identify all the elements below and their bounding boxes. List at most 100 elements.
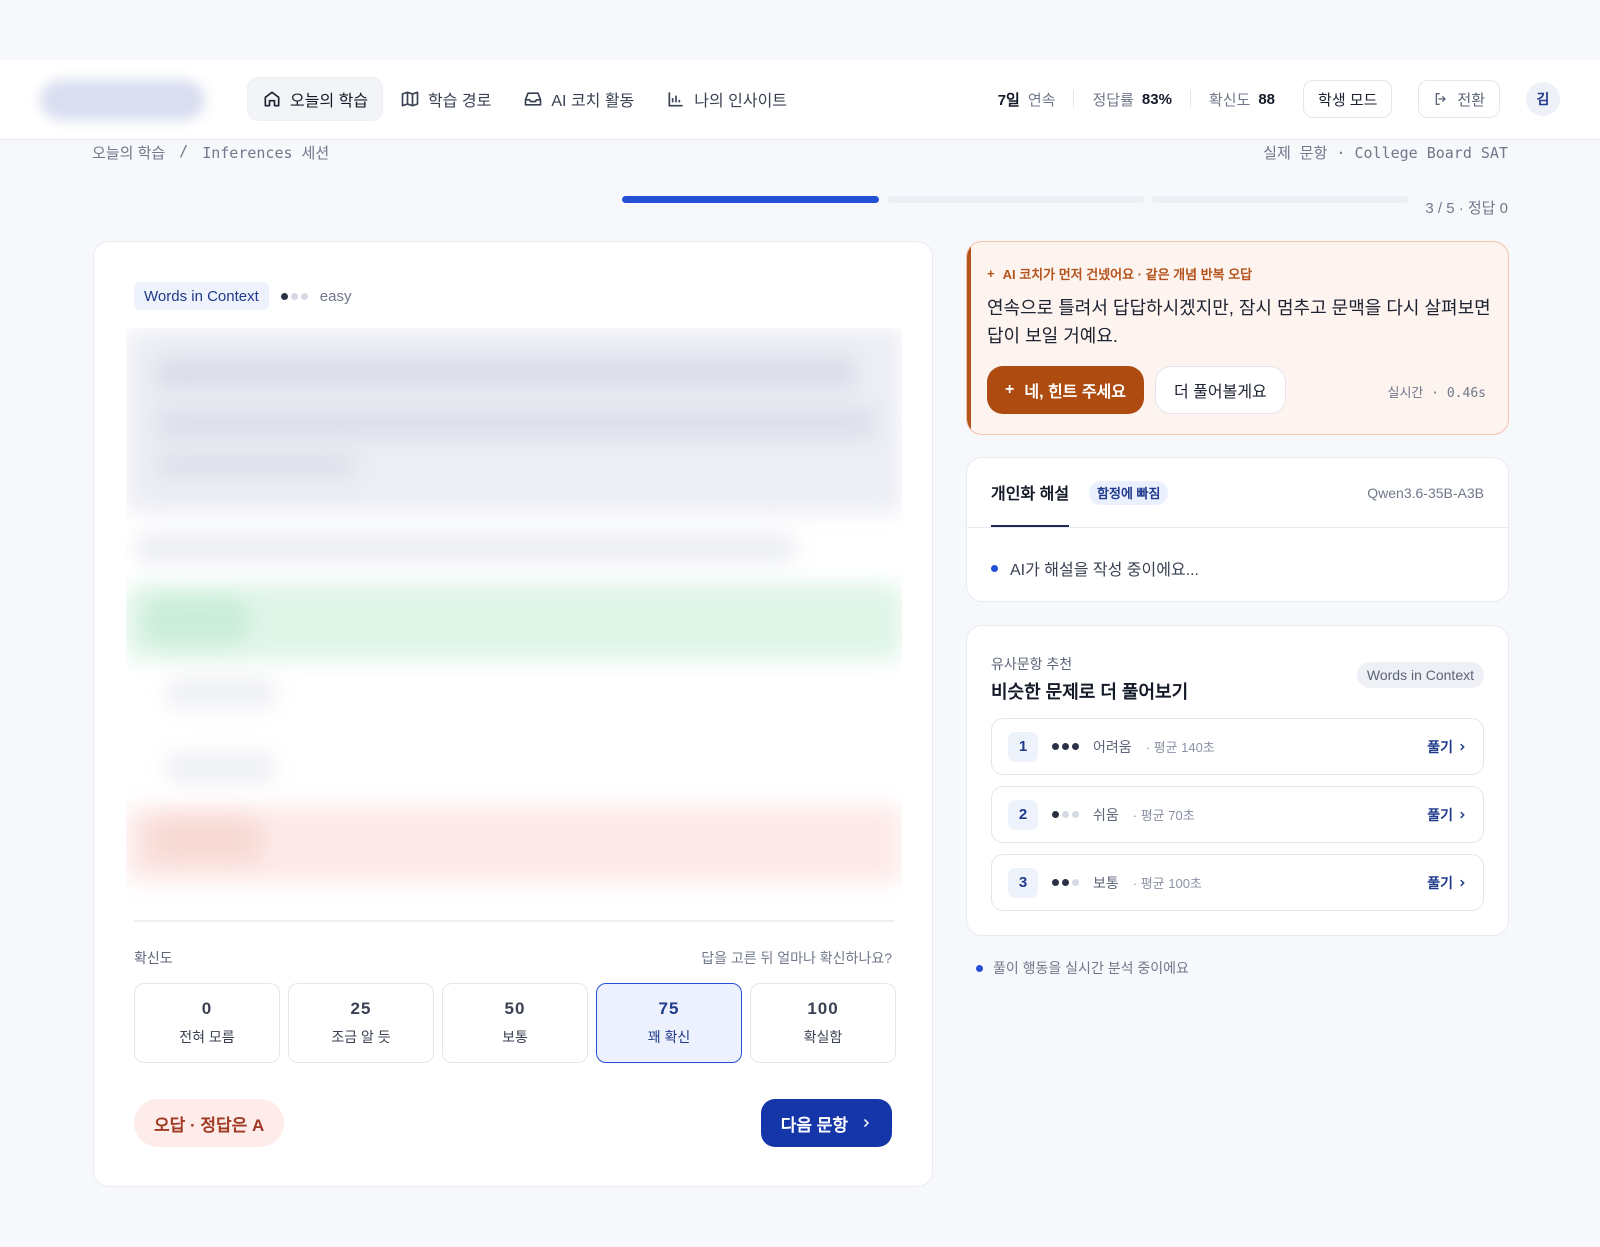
keep-trying-button[interactable]: 더 풀어볼게요 — [1155, 366, 1286, 414]
nav-item-today[interactable]: 오늘의 학습 — [248, 78, 383, 120]
confidence-option-50[interactable]: 50 보통 — [442, 983, 588, 1063]
divider — [134, 920, 894, 922]
difficulty-dot — [1062, 811, 1069, 818]
difficulty-dot — [1052, 811, 1059, 818]
logo[interactable] — [40, 80, 205, 120]
confidence-title: 확신도 — [134, 950, 173, 966]
difficulty-dot — [300, 292, 308, 300]
explanation-status-text: AI가 해설을 작성 중이에요... — [1010, 562, 1199, 579]
blurred-passage-line — [156, 453, 356, 477]
confidence-question: 답을 고른 뒤 얼마나 확신하나요? — [701, 950, 892, 966]
blurred-passage-line — [156, 408, 876, 438]
difficulty-dot — [290, 292, 298, 300]
main-nav: 오늘의 학습 학습 경로 AI 코치 활동 나의 인사이트 — [248, 78, 801, 120]
analysis-status-text: 풀이 행동을 실시간 분석 중이에요 — [993, 960, 1189, 976]
confidence-option-25[interactable]: 25 조금 알 듯 — [288, 983, 434, 1063]
progress-segment — [887, 196, 1144, 203]
confidence-label: 확실함 — [803, 1029, 843, 1045]
explanation-tabs: 개인화 해설 함정에 빠짐 Qwen3.6-35B-A3B — [991, 458, 1484, 527]
accuracy-stat: 정답률 83% — [1074, 89, 1189, 110]
similar-title: 비슷한 문제로 더 풀어보기 — [991, 682, 1189, 702]
item-level: 쉬움 — [1093, 806, 1119, 823]
question-type-tag: Words in Context — [134, 282, 269, 310]
confidence-option-0[interactable]: 0 전혀 모름 — [134, 983, 280, 1063]
user-stats: 7일 연속 정답률 83% 확신도 88 학생 모드 전환 김 — [980, 78, 1560, 120]
confidence-value: 75 — [658, 999, 680, 1018]
list-item[interactable]: 1 어려움 · 평균 140초 풀기 — [991, 718, 1484, 775]
progress-text: 3 / 5 · 정답 0 — [1425, 200, 1508, 217]
confidence-value: 0 — [201, 999, 213, 1018]
avatar[interactable]: 김 — [1526, 82, 1560, 116]
confidence-label: 전혀 모름 — [179, 1029, 235, 1045]
bar-chart-icon — [668, 92, 683, 107]
item-number: 3 — [1008, 867, 1038, 898]
solve-label: 풀기 — [1427, 874, 1453, 891]
sparkle-icon: + — [1005, 381, 1015, 398]
blurred-question-stem — [136, 533, 796, 563]
difficulty-dot — [1062, 743, 1069, 750]
item-average-time: · 평균 100초 — [1132, 876, 1202, 891]
accuracy-value: 83% — [1141, 90, 1172, 108]
confidence-value: 50 — [504, 999, 526, 1018]
nav-item-insights[interactable]: 나의 인사이트 — [652, 78, 801, 120]
loading-dot-icon — [991, 564, 998, 572]
streak-value: 7일 — [997, 91, 1020, 109]
confidence-option-100[interactable]: 100 확실함 — [750, 983, 896, 1063]
explanation-card: 개인화 해설 함정에 빠짐 Qwen3.6-35B-A3B AI가 해설을 작성… — [966, 457, 1509, 602]
difficulty-dot — [1072, 879, 1079, 886]
solve-label: 풀기 — [1427, 738, 1453, 755]
switch-label: 전환 — [1457, 91, 1485, 109]
similar-tag: Words in Context — [1356, 662, 1484, 688]
similar-list: 1 어려움 · 평균 140초 풀기 2 쉬움 · 평균 70초 풀기 3 보통… — [991, 718, 1484, 911]
difficulty-dots — [1052, 811, 1079, 818]
difficulty-label: easy — [319, 287, 352, 305]
inbox-icon — [525, 92, 542, 106]
accuracy-label: 정답률 — [1092, 91, 1134, 109]
chevron-right-icon — [863, 1118, 870, 1128]
nav-item-coach[interactable]: AI 코치 활동 — [509, 78, 648, 120]
list-item[interactable]: 3 보통 · 평균 100초 풀기 — [991, 854, 1484, 911]
similar-subtitle: 유사문항 추천 — [991, 656, 1073, 672]
top-navigation-bar: 오늘의 학습 학습 경로 AI 코치 활동 나의 인사이트 7일 연속 정답률 … — [0, 60, 1600, 140]
divider — [967, 527, 1508, 528]
difficulty-dot — [1052, 743, 1059, 750]
student-mode-button[interactable]: 학생 모드 — [1303, 80, 1393, 118]
item-average-time: · 평균 140초 — [1145, 740, 1215, 755]
coach-header-text: AI 코치가 먼저 건넸어요 · 같은 개념 반복 오답 — [1002, 267, 1253, 282]
ai-coach-card: + AI 코치가 먼저 건넸어요 · 같은 개념 반복 오답 연속으로 틀려서 … — [966, 241, 1509, 435]
breadcrumb-separator: / — [179, 142, 189, 160]
blurred-choice[interactable] — [166, 678, 276, 708]
nav-item-label: AI 코치 활동 — [551, 93, 635, 110]
blurred-choice[interactable] — [166, 753, 276, 783]
blurred-choice-marker — [144, 598, 249, 643]
progress-segment — [1152, 196, 1409, 203]
solve-link[interactable]: 풀기 — [1427, 805, 1467, 825]
next-question-button[interactable]: 다음 문항 — [760, 1099, 892, 1147]
confidence-label: 조금 알 듯 — [331, 1029, 391, 1045]
coach-latency: 실시간 · 0.46s — [1387, 386, 1487, 401]
tab-personalized-explanation[interactable]: 개인화 해설 — [991, 458, 1070, 527]
solve-link[interactable]: 풀기 — [1427, 873, 1467, 893]
difficulty-dot — [1052, 879, 1059, 886]
explanation-status: AI가 해설을 작성 중이에요... — [991, 556, 1199, 580]
switch-button[interactable]: 전환 — [1418, 80, 1500, 118]
sparkle-icon: + — [987, 266, 995, 281]
confidence-value: 25 — [350, 999, 372, 1018]
hint-button[interactable]: + 네, 힌트 주세요 — [987, 366, 1144, 414]
nav-item-path[interactable]: 학습 경로 — [386, 78, 505, 120]
breadcrumb: 오늘의 학습 / Inferences 세션 — [92, 142, 329, 163]
chevron-right-icon — [1460, 811, 1465, 818]
breadcrumb-current: Inferences 세션 — [202, 144, 330, 162]
streak-label: 연속 — [1027, 91, 1056, 109]
hint-button-label: 네, 힌트 주세요 — [1024, 384, 1126, 401]
difficulty-dot — [1072, 743, 1079, 750]
model-name: Qwen3.6-35B-A3B — [1367, 484, 1484, 501]
breadcrumb-root[interactable]: 오늘의 학습 — [92, 142, 165, 163]
blurred-question-content — [126, 328, 902, 908]
item-level: 보통 — [1093, 874, 1119, 891]
difficulty-dots — [1052, 743, 1079, 750]
confidence-option-75[interactable]: 75 꽤 확신 — [596, 983, 742, 1063]
session-progress — [622, 196, 1409, 203]
solve-link[interactable]: 풀기 — [1427, 737, 1467, 757]
list-item[interactable]: 2 쉬움 · 평균 70초 풀기 — [991, 786, 1484, 843]
